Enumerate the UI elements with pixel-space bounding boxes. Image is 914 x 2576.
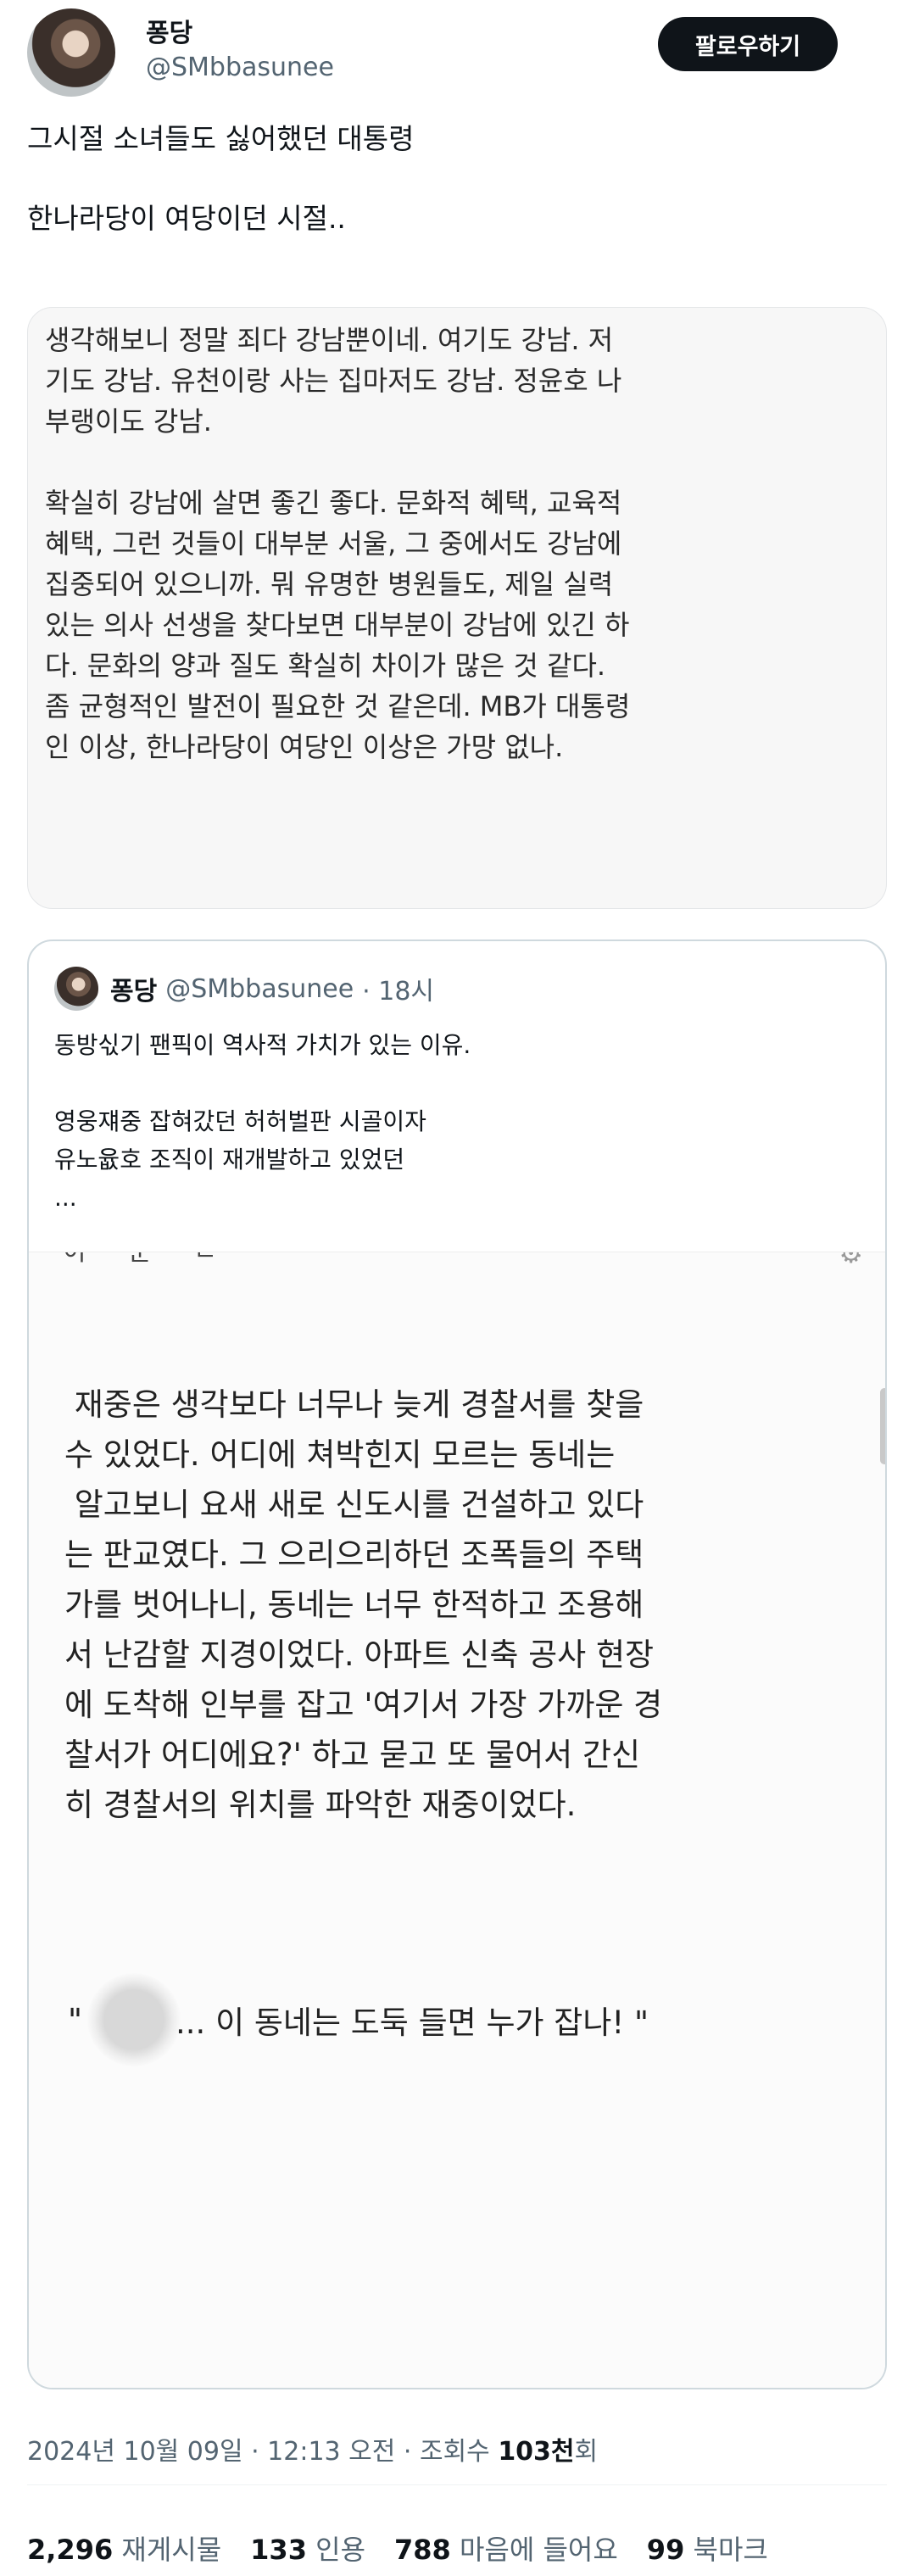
quote-time: · 18시 [362,977,435,1006]
follow-button[interactable]: 팔로우하기 [658,17,838,71]
note-line: 다. 문화의 양과 질도 확실히 차이가 많은 것 같다. [45,650,606,682]
timestamp[interactable]: 2024년 10월 09일 · 12:13 오전 · 조회수 103천회 [27,2430,598,2467]
retweet-count[interactable]: 2,296 재게시물 [27,2529,221,2568]
note-line: 확실히 강남에 살면 좋긴 좋다. 문화적 혜택, 교육적 [45,487,622,519]
dialog-open-quote: " [68,2001,83,2038]
tweet-line: 그시절 소녀들도 싫어했던 대통령 [27,122,415,155]
quote-line: ... [54,1184,77,1212]
story-text: 재중은 생각보다 너무나 늦게 경찰서를 찾을 수 있었다. 어디에 쳐박힌지 … [64,1380,861,1830]
note-line: 기도 강남. 유천이랑 사는 집마저도 강남. 정윤호 나 [45,365,622,397]
quote-line [54,1064,860,1102]
quote-line: 영웅쟤중 잡혀갔던 허허벌판 시골이자 [54,1107,426,1135]
divider [27,2484,887,2485]
quote-image[interactable]: 이 문 ㄹ ⚙ 재중은 생각보다 너무나 늦게 경찰서를 찾을 수 있었다. 어… [29,1252,885,2388]
story-line: 가를 벗어나니, 동네는 너무 한적하고 조용해 [64,1586,644,1623]
note-line: 부랭이도 강남. [45,405,212,438]
cropped-toolbar-text: 이 문 ㄹ [63,1252,234,1267]
note-line: 인 이상, 한나라당이 여당인 이상은 가망 없나. [45,731,564,763]
avatar[interactable] [27,8,115,97]
note-line: 있는 의사 선생을 찾다보면 대부분이 강남에 있긴 하 [45,609,630,641]
note-line [45,442,871,482]
story-line: 찰서가 어디에요?' 하고 묻고 또 물어서 간신 [64,1737,641,1773]
story-line: 알고보니 요새 새로 신도시를 건설하고 있다 [64,1486,644,1523]
story-line: 히 경찰서의 위치를 파악한 재중이었다. [64,1787,577,1823]
attached-text-image[interactable]: 생각해보니 정말 죄다 강남뿐이네. 여기도 강남. 저 기도 강남. 유천이랑… [27,307,887,909]
bookmark-count[interactable]: 99 북마크 [647,2529,768,2568]
quote-author-handle: @SMbbasunee [165,973,354,1004]
quote-text: 동방싟기 팬픽이 역사적 가치가 있는 이유. 영웅쟤중 잡혀갔던 허허벌판 시… [54,1026,860,1217]
story-line: 는 판교였다. 그 으리으리하던 조폭들의 주택 [64,1536,644,1573]
quoted-tweet[interactable]: 퐁당 @SMbbasunee · 18시 동방싟기 팬픽이 역사적 가치가 있는… [27,940,887,2389]
story-line: 재중은 생각보다 너무나 늦게 경찰서를 찾을 [64,1386,644,1423]
view-suffix: 회 [574,2437,599,2467]
story-dialog: " ... 이 동네는 도둑 들면 누가 잡나! " [68,1973,649,2066]
quote-avatar [54,967,98,1011]
note-line: 집중되어 있으니까. 뭐 유명한 병원들도, 제일 실력 [45,568,614,600]
gear-icon: ⚙ [839,1252,863,1269]
dialog-text: ... 이 동네는 도둑 들면 누가 잡나! " [176,2004,649,2041]
like-count[interactable]: 788 마음에 들어요 [394,2529,618,2568]
quote-count[interactable]: 133 인용 [250,2529,365,2568]
timestamp-text: 2024년 10월 09일 · 12:13 오전 · 조회수 [27,2437,499,2467]
note-line: 생각해보니 정말 죄다 강남뿐이네. 여기도 강남. 저 [45,324,614,356]
quote-header: 퐁당 @SMbbasunee · 18시 [54,967,434,1011]
tweet-line [27,159,883,198]
engagement-stats: 2,296 재게시물 133 인용 788 마음에 들어요 99 북마크 [27,2529,797,2568]
tweet-line: 한나라당이 여당이던 시절.. [27,202,346,235]
story-line: 서 난감할 지경이었다. 아파트 신축 공사 현장 [64,1636,655,1673]
tweet-text: 그시절 소녀들도 싫어했던 대통령 한나라당이 여당이던 시절.. [27,119,883,238]
quote-line: 동방싟기 팬픽이 역사적 가치가 있는 이유. [54,1031,471,1059]
note-line: 혜택, 그런 것들이 대부분 서울, 그 중에서도 강남에 [45,527,622,560]
author-name[interactable]: 퐁당 [146,12,192,49]
note-line: 좀 균형적인 발전이 필요한 것 같은데. MB가 대통령 [45,690,631,722]
quote-line: 유노윲호 조직이 재개발하고 있었던 [54,1146,405,1174]
quote-author-name: 퐁당 [110,977,158,1006]
blurred-word [87,1973,181,2066]
story-line: 수 있었다. 어디에 쳐박힌지 모르는 동네는 [64,1436,616,1473]
tweet-header: 퐁당 @SMbbasunee 팔로우하기 [0,0,914,102]
author-handle[interactable]: @SMbbasunee [146,53,334,82]
story-line: 에 도착해 인부를 잡고 '여기서 가장 가까운 경 [64,1687,663,1723]
scrollbar-thumb [880,1388,885,1464]
view-count: 103천 [498,2437,575,2467]
